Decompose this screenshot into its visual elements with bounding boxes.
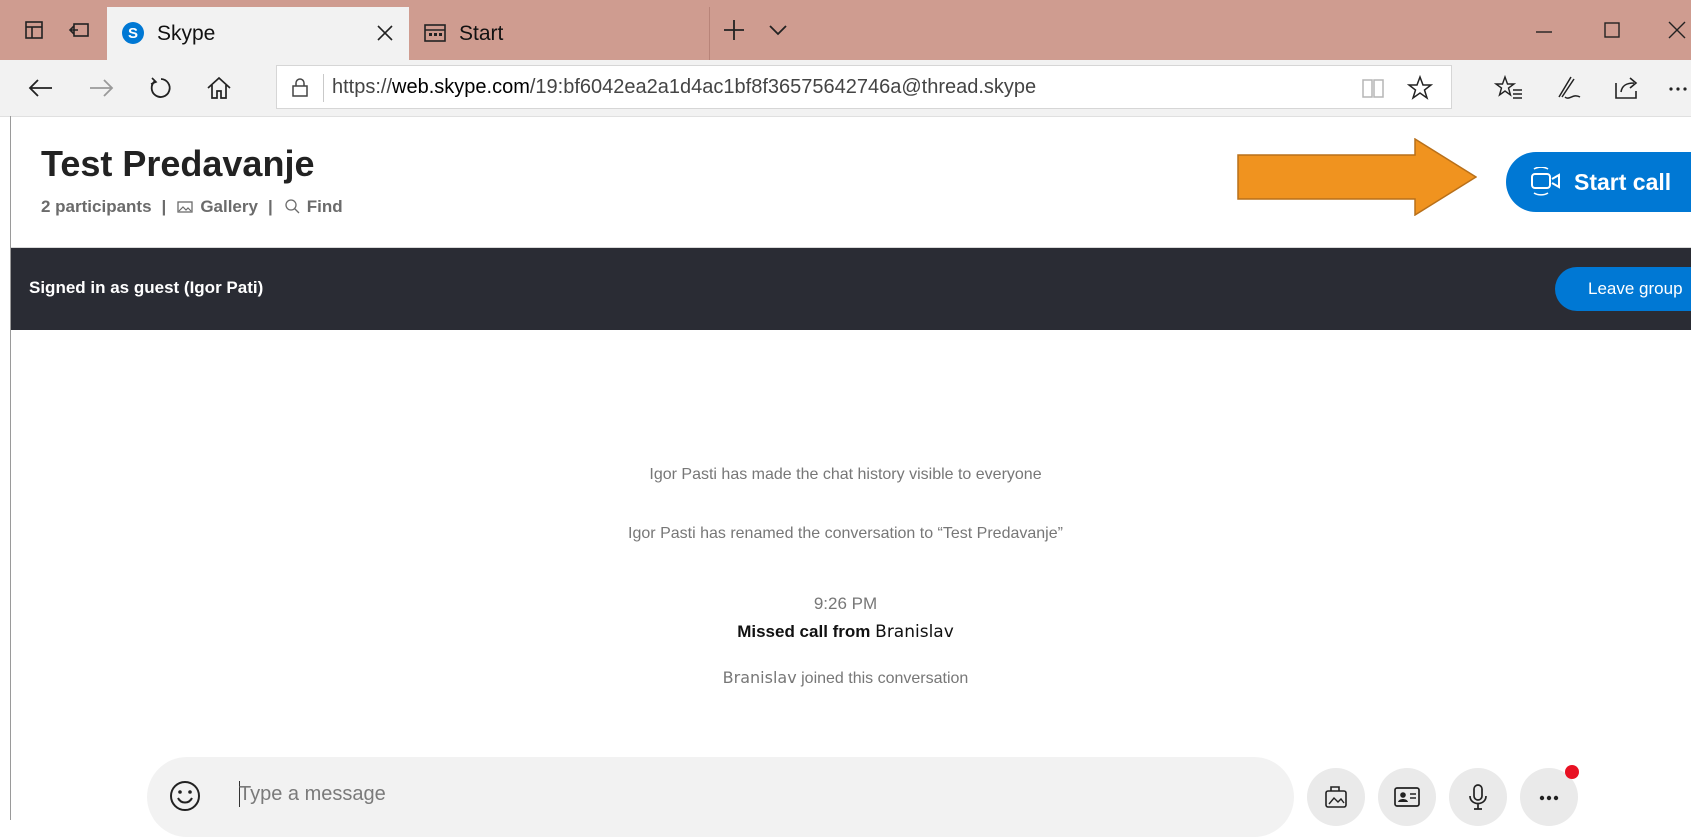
url-path: /19:bf6042ea2a1d4ac1bf8f36575642746a@thr… — [529, 76, 1037, 98]
joined-user: Branislav — [722, 668, 797, 687]
notification-dot — [1565, 765, 1579, 779]
browser-tab-bar: S Skype Start — [0, 0, 1691, 60]
emoji-icon[interactable] — [168, 779, 202, 813]
svg-text:S: S — [128, 25, 138, 42]
start-page-icon — [423, 21, 447, 45]
video-call-icon — [1531, 167, 1560, 196]
skype-icon: S — [121, 21, 145, 45]
forward-icon[interactable] — [86, 73, 116, 103]
close-tab-icon[interactable] — [373, 21, 397, 45]
missed-call-message[interactable]: Missed call from Branislav — [0, 622, 1691, 642]
reading-view-icon[interactable] — [1360, 75, 1386, 101]
message-timestamp: 9:26 PM — [813, 594, 878, 613]
tab-title: Start — [459, 22, 504, 45]
browser-nav-bar: https://web.skype.com/19:bf6042ea2a1d4ac… — [0, 60, 1691, 117]
joined-text: joined this conversation — [801, 670, 969, 687]
system-message-renamed: Igor Pasti has renamed the conversation … — [628, 525, 1063, 542]
gallery-link[interactable]: Gallery — [200, 197, 258, 217]
conversation-title: Test Predavanje — [41, 143, 315, 184]
missed-call-prefix: Missed call from — [737, 622, 871, 641]
leave-group-button[interactable]: Leave group — [1555, 267, 1691, 311]
system-message-history: Igor Pasti has made the chat history vis… — [649, 466, 1042, 483]
guest-banner: Signed in as guest (Igor Pati) Leave gro… — [11, 248, 1691, 330]
message-composer[interactable]: Type a message — [147, 757, 1294, 837]
contact-card-button[interactable] — [1378, 768, 1436, 826]
joined-message: Branislav joined this conversation — [0, 668, 1691, 688]
missed-call-caller: Branislav — [875, 622, 954, 642]
pen-icon[interactable] — [1553, 73, 1583, 103]
more-icon[interactable] — [1666, 73, 1691, 103]
meta-separator: | — [267, 197, 273, 216]
favorite-star-icon[interactable] — [1407, 75, 1433, 101]
back-icon[interactable] — [26, 73, 56, 103]
message-input[interactable]: Type a message — [239, 783, 386, 806]
address-bar[interactable]: https://web.skype.com/19:bf6042ea2a1d4ac… — [276, 65, 1452, 109]
guest-status-text: Signed in as guest (Igor Pati) — [29, 278, 264, 297]
tab-title: Skype — [157, 22, 216, 45]
orange-arrow-annotation — [1237, 138, 1477, 216]
maximize-icon[interactable] — [1598, 16, 1626, 44]
tab-preview-chevron-icon[interactable] — [764, 16, 792, 44]
ellipsis-icon — [1539, 795, 1559, 801]
home-icon[interactable] — [204, 73, 234, 103]
favorites-list-icon[interactable] — [1494, 73, 1524, 103]
leave-group-label: Leave group — [1588, 279, 1683, 298]
voice-message-button[interactable] — [1449, 768, 1507, 826]
new-tab-icon[interactable] — [720, 16, 748, 44]
tab-skype[interactable]: S Skype — [107, 7, 409, 60]
search-icon — [285, 199, 300, 214]
gallery-icon — [177, 201, 193, 213]
microphone-icon — [1469, 784, 1487, 810]
lock-icon[interactable] — [289, 76, 311, 98]
start-call-button[interactable]: Start call — [1506, 152, 1691, 212]
url-text[interactable]: https://web.skype.com/19:bf6042ea2a1d4ac… — [332, 76, 1036, 99]
start-call-label: Start call — [1574, 168, 1672, 195]
close-window-icon[interactable] — [1663, 16, 1691, 44]
address-divider — [323, 74, 324, 102]
tab-manager-icon[interactable] — [22, 18, 46, 42]
meta-separator: | — [161, 197, 167, 216]
media-gallery-button[interactable] — [1307, 768, 1365, 826]
tab-start[interactable]: Start — [409, 7, 710, 60]
share-icon[interactable] — [1612, 73, 1642, 103]
conversation-meta: 2 participants | Gallery | Find — [41, 197, 343, 217]
find-link[interactable]: Find — [307, 197, 343, 217]
url-host: web.skype.com — [392, 76, 530, 98]
set-aside-tabs-icon[interactable] — [68, 18, 92, 42]
participants-link[interactable]: 2 participants — [41, 197, 152, 217]
minimize-icon[interactable] — [1530, 16, 1558, 44]
contact-card-icon — [1394, 787, 1420, 807]
image-file-icon — [1325, 786, 1347, 808]
refresh-icon[interactable] — [146, 73, 176, 103]
url-scheme: https:// — [332, 76, 393, 98]
